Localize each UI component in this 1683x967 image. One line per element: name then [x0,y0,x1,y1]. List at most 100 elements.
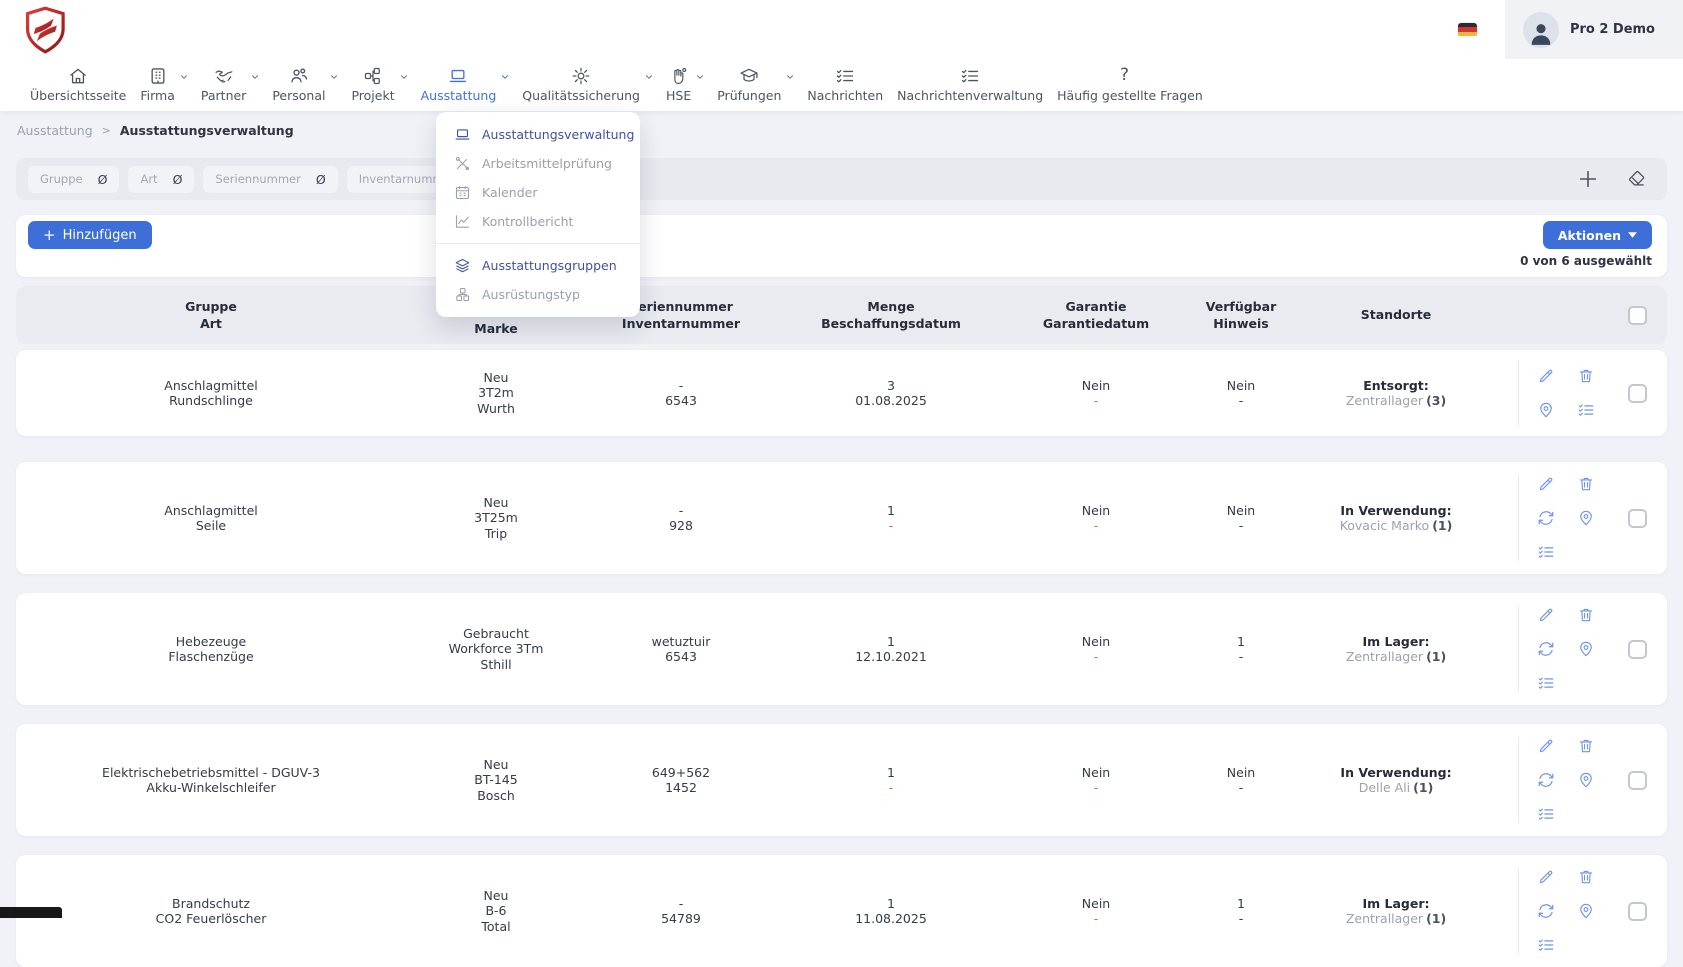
nav-item-pruefungen[interactable]: Prüfungen [717,65,793,103]
edit-button[interactable] [1537,475,1555,493]
cubes-icon [454,286,471,303]
value-verfuegbar: Nein [1227,765,1255,781]
tools-icon [454,155,471,172]
dropdown-item-kontrollbericht[interactable]: Kontrollbericht [436,207,640,236]
standort-detail[interactable]: Zentrallager(3) [1346,393,1446,409]
nav-item-label: Nachrichten [807,89,883,103]
nav-item-nachrichtenverwaltung[interactable]: Nachrichtenverwaltung [897,65,1043,103]
breadcrumb-parent[interactable]: Ausstattung [17,123,93,138]
value-beschaffungsdatum: 11.08.2025 [855,911,927,927]
value-modell: 3T2m [478,385,514,401]
cell-garantie: Nein- [1006,765,1186,796]
cell-menge: 112.10.2021 [776,634,1006,665]
row-actions [1496,350,1611,436]
filter-chip-seriennummer[interactable]: SeriennummerØ [203,166,337,193]
standort-detail[interactable]: Delle Ali(1) [1359,780,1434,796]
nav-item-hse[interactable]: HSE [666,65,703,103]
location-button[interactable] [1537,401,1555,419]
replace-button[interactable] [1537,771,1555,789]
filter-chip-art[interactable]: ArtØ [128,166,194,193]
delete-button[interactable] [1577,868,1595,886]
nav-item-uebersichtsseite[interactable]: Übersichtsseite [30,65,126,103]
value-garantie: Nein [1082,634,1110,650]
laptop-icon [448,66,468,86]
cell-garantie: Nein- [1006,634,1186,665]
plus-icon: + [43,228,56,243]
topbar-right: Pro 2 Demo [1458,0,1683,59]
replace-button[interactable] [1537,509,1555,527]
value-garantiedatum: - [1094,649,1099,665]
dropdown-divider [436,243,640,244]
edit-button[interactable] [1537,737,1555,755]
delete-button[interactable] [1577,606,1595,624]
clear-filters-button[interactable] [1627,169,1647,189]
delete-button[interactable] [1577,737,1595,755]
row-checkbox[interactable] [1628,771,1647,790]
location-button[interactable] [1577,771,1595,789]
filter-bar: GruppeØArtØSeriennummerØInventarnummerØ [16,158,1667,200]
row-actions [1496,593,1611,705]
brand-logo[interactable] [24,6,68,54]
standort-detail[interactable]: Zentrallager(1) [1346,649,1446,665]
slash-circle-icon: Ø [316,172,326,187]
dropdown-item-verwaltung[interactable]: Ausstattungsverwaltung [436,120,640,149]
row-checkbox[interactable] [1628,509,1647,528]
edit-button[interactable] [1537,606,1555,624]
nodes-icon [363,66,383,86]
value-art: Seile [196,518,226,534]
location-button[interactable] [1577,640,1595,658]
edit-button[interactable] [1537,367,1555,385]
checklist-button[interactable] [1537,674,1555,692]
select-all-checkbox[interactable] [1628,306,1647,325]
actions-button[interactable]: Aktionen [1543,221,1652,249]
nav-item-qualitaetssicherung[interactable]: Qualitätssicherung [522,65,652,103]
table-row: Elektrischebetriebsmittel - DGUV-3Akku-W… [16,724,1667,836]
edit-button[interactable] [1537,868,1555,886]
delete-button[interactable] [1577,475,1595,493]
delete-button[interactable] [1577,367,1595,385]
language-flag-german-icon[interactable] [1458,23,1477,37]
standort-detail[interactable]: Zentrallager(1) [1346,911,1446,927]
add-filter-button[interactable] [1577,168,1599,190]
selection-count: 0 von 6 ausgewählt [1520,254,1652,268]
dropdown-item-typ[interactable]: Ausrüstungstyp [436,280,640,309]
cell-standorte: In Verwendung:Delle Ali(1) [1296,765,1496,796]
value-modell: B-6 [485,903,506,919]
nav-item-label: Prüfungen [717,89,781,103]
nav-item-faq[interactable]: ?Häufig gestellte Fragen [1057,65,1203,103]
checklist-button[interactable] [1537,936,1555,954]
checklist-button[interactable] [1537,805,1555,823]
add-button[interactable]: + Hinzufügen [28,221,152,249]
column-header: GruppeArt [16,286,406,344]
row-checkbox[interactable] [1628,384,1647,403]
standort-detail[interactable]: Kovacic Marko(1) [1340,518,1453,534]
dropdown-item-arbeitsmittelpruefung[interactable]: Arbeitsmittelprüfung [436,149,640,178]
filter-chip-gruppe[interactable]: GruppeØ [28,166,119,193]
nav-item-nachrichten[interactable]: Nachrichten [807,65,883,103]
dropdown-item-gruppen[interactable]: Ausstattungsgruppen [436,251,640,280]
eraser-icon [1627,169,1647,189]
value-gruppe: Anschlagmittel [164,378,257,394]
location-button[interactable] [1577,509,1595,527]
replace-button[interactable] [1537,902,1555,920]
nav-item-ausstattung[interactable]: Ausstattung [421,65,509,103]
standort-name: Zentrallager [1346,649,1423,664]
nav-item-firma[interactable]: Firma [140,65,187,103]
chevron-down-icon [250,72,260,82]
value-menge: 3 [887,378,895,394]
standort-status: Entsorgt: [1363,378,1429,394]
nav-item-projekt[interactable]: Projekt [351,65,406,103]
row-checkbox[interactable] [1628,640,1647,659]
replace-button[interactable] [1537,640,1555,658]
nav-item-partner[interactable]: Partner [201,65,258,103]
user-menu[interactable]: Pro 2 Demo [1505,0,1683,59]
standort-count: (1) [1426,911,1446,926]
breadcrumb-separator: > [102,124,111,137]
cell-zustand: NeuBT-145Bosch [406,757,586,804]
nav-item-personal[interactable]: Personal [272,65,337,103]
checklist-button[interactable] [1577,401,1595,419]
location-button[interactable] [1577,902,1595,920]
dropdown-item-kalender[interactable]: Kalender [436,178,640,207]
value-seriennummer: - [679,378,684,394]
checklist-button[interactable] [1537,543,1555,561]
